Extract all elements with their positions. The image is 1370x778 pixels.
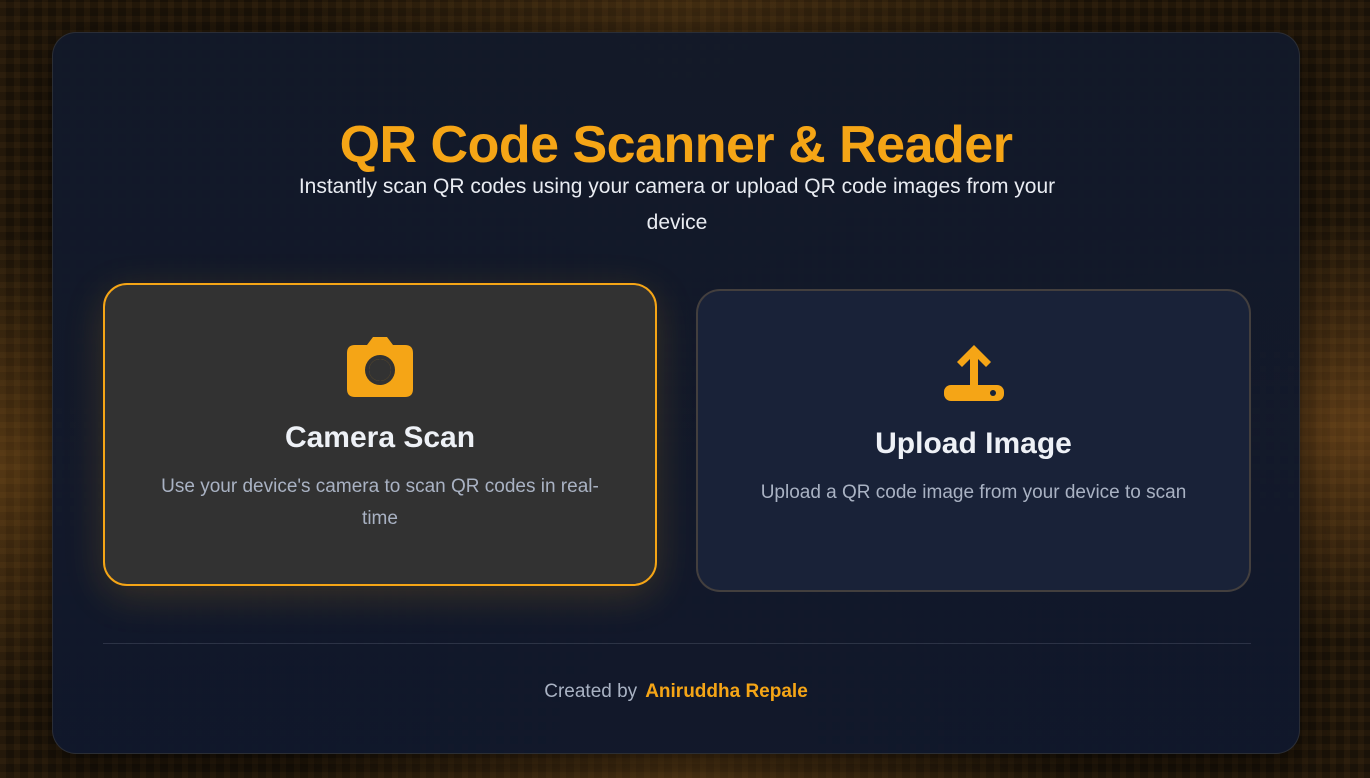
page-subtitle: Instantly scan QR codes using your camer… <box>298 175 1056 234</box>
upload-image-option[interactable]: Upload Image Upload a QR code image from… <box>696 289 1251 592</box>
camera-scan-title: Camera Scan <box>284 421 476 454</box>
upload-icon <box>943 345 1004 401</box>
footer-divider <box>103 643 1251 644</box>
author-link[interactable]: Aniruddha Repale <box>645 681 808 702</box>
camera-scan-description: Use your device's camera to scan QR code… <box>161 476 599 529</box>
footer: Created by Aniruddha Repale <box>53 681 1299 703</box>
main-card: QR Code Scanner & Reader Instantly scan … <box>52 32 1300 754</box>
upload-image-title: Upload Image <box>875 427 1072 460</box>
page-title: QR Code Scanner & Reader <box>339 116 1013 174</box>
footer-prefix: Created by <box>544 681 638 702</box>
camera-scan-option[interactable]: Camera Scan Use your device's camera to … <box>103 283 657 586</box>
camera-icon <box>347 337 413 397</box>
upload-image-description: Upload a QR code image from your device … <box>760 482 1187 503</box>
